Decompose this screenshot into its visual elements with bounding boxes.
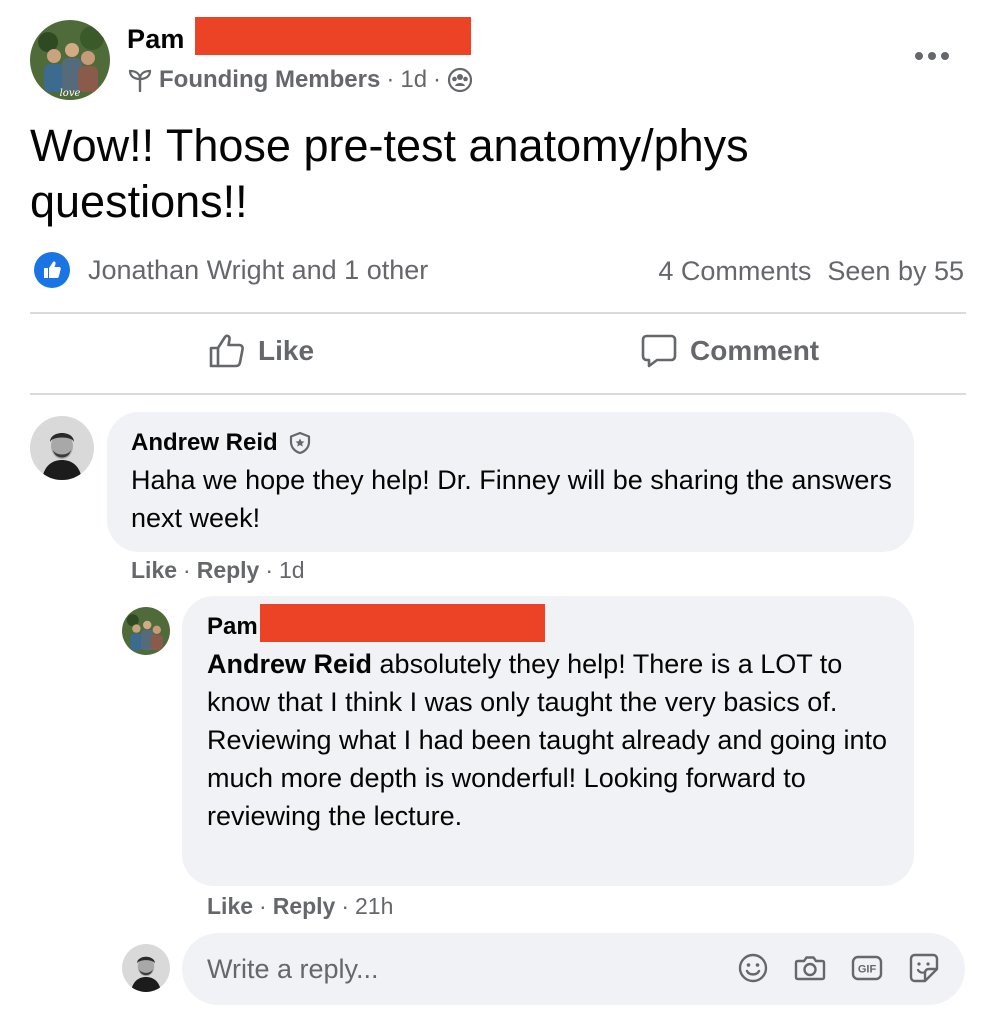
comment-reply-button[interactable]: Reply xyxy=(273,893,336,920)
reply-input[interactable] xyxy=(207,933,707,1005)
meta-separator: · xyxy=(433,66,442,93)
comment-text: Haha we hope they help! Dr. Finney will … xyxy=(131,465,892,533)
post-author-avatar[interactable]: love xyxy=(30,20,110,100)
comment-author[interactable]: Pam xyxy=(207,613,258,641)
more-horizontal-icon xyxy=(915,52,923,60)
admin-shield-icon xyxy=(289,431,310,455)
comment-actions: Like · Reply · 21h xyxy=(207,893,393,920)
thumbs-up-icon xyxy=(209,334,244,368)
camera-icon xyxy=(794,956,826,981)
commenter-avatar[interactable] xyxy=(30,416,94,480)
gif-button[interactable]: GIF xyxy=(850,951,884,985)
post-counts: 4 Comments Seen by 55 xyxy=(658,256,964,287)
commenter-avatar[interactable] xyxy=(122,607,170,655)
reply-tools: GIF xyxy=(736,951,941,985)
emoji-icon xyxy=(738,953,768,983)
comment-mention[interactable]: Andrew Reid xyxy=(207,649,372,679)
seen-by-count[interactable]: Seen by 55 xyxy=(827,256,964,287)
post-author-name[interactable]: Pam xyxy=(127,24,185,55)
comment-author-name[interactable]: Pam xyxy=(207,613,258,641)
divider xyxy=(30,312,966,314)
comment-author-name[interactable]: Andrew Reid xyxy=(131,429,278,457)
more-options-button[interactable] xyxy=(912,46,952,66)
comment-button[interactable]: Comment xyxy=(640,332,819,370)
action-separator: · xyxy=(265,557,274,583)
post-time[interactable]: 1d xyxy=(400,66,427,94)
emoji-button[interactable] xyxy=(736,951,770,985)
like-button[interactable]: Like xyxy=(208,332,314,370)
comment-like-button[interactable]: Like xyxy=(207,893,253,920)
redaction-bar xyxy=(260,604,545,642)
sticker-icon xyxy=(909,953,939,983)
meta-separator: · xyxy=(386,66,395,93)
post-meta: Founding Members · 1d · xyxy=(127,66,473,94)
svg-text:GIF: GIF xyxy=(858,964,877,976)
post-text: Wow!! Those pre-test anatomy/phys questi… xyxy=(30,120,749,227)
comment-like-button[interactable]: Like xyxy=(131,557,177,584)
comment-author[interactable]: Andrew Reid xyxy=(131,429,312,457)
comment-time[interactable]: 21h xyxy=(355,893,393,920)
reactions-summary[interactable]: Jonathan Wright and 1 other xyxy=(34,252,428,288)
svg-text:love: love xyxy=(60,88,81,99)
comment-actions: Like · Reply · 1d xyxy=(131,557,305,584)
comment-text: Andrew Reid absolutely they help! There … xyxy=(207,645,897,835)
current-user-avatar xyxy=(122,944,170,992)
like-reaction-icon xyxy=(34,252,70,288)
sprout-icon xyxy=(128,69,152,93)
action-separator: · xyxy=(183,557,191,583)
sticker-button[interactable] xyxy=(907,951,941,985)
comment-label: Comment xyxy=(690,335,820,366)
like-label: Like xyxy=(258,335,315,366)
comment-bubble-icon xyxy=(641,334,677,368)
comments-count[interactable]: 4 Comments xyxy=(658,256,811,287)
group-icon xyxy=(447,67,473,93)
reply-composer: GIF xyxy=(182,933,965,1005)
comment-time[interactable]: 1d xyxy=(279,557,305,584)
comment-reply-button[interactable]: Reply xyxy=(197,557,260,584)
action-separator: · xyxy=(259,893,267,919)
divider xyxy=(30,393,966,395)
gif-icon: GIF xyxy=(851,955,883,981)
action-separator: · xyxy=(341,893,350,919)
reactions-text[interactable]: Jonathan Wright and 1 other xyxy=(88,255,428,286)
redaction-bar xyxy=(195,17,471,55)
camera-button[interactable] xyxy=(793,951,827,985)
group-badge-label[interactable]: Founding Members xyxy=(159,66,380,94)
